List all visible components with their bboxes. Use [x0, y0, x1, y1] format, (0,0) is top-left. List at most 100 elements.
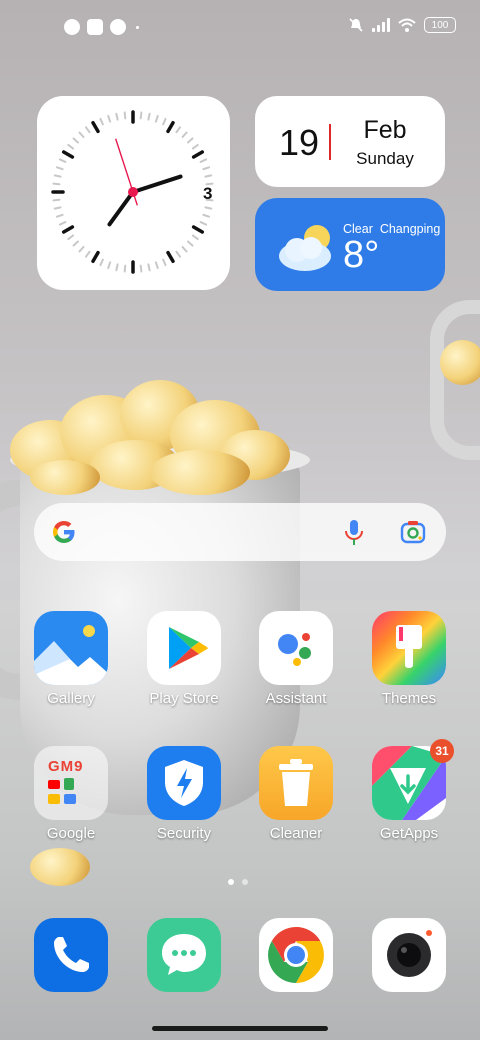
notification-app-icon [64, 19, 80, 35]
clock-minute-tick [99, 258, 104, 267]
gallery-icon [34, 611, 108, 685]
app-label: Play Store [149, 690, 219, 707]
cleaner-icon [259, 746, 333, 820]
app-label: Themes [381, 690, 437, 707]
page-indicator [228, 879, 248, 885]
assistant-icon [259, 611, 333, 685]
clock-minute-tick [162, 117, 167, 126]
notification-square-icon [87, 19, 103, 35]
page-dot-active [228, 879, 234, 885]
clock-minute-tick [99, 117, 104, 126]
dock-chrome[interactable] [250, 918, 342, 992]
clock-minute-tick [52, 198, 61, 202]
clock-minute-tick [181, 131, 188, 139]
hour-hand [107, 190, 135, 227]
clock-minute-tick [67, 143, 75, 150]
clock-minute-tick [186, 137, 194, 144]
clock-minute-tick [84, 250, 91, 258]
clock-minute-tick [115, 263, 119, 272]
clock-hour-tick [61, 225, 75, 234]
app-gallery[interactable]: Gallery [25, 611, 117, 707]
clock-minute-tick [186, 240, 194, 247]
clock-minute-tick [147, 112, 151, 121]
google-folder-icon: GM9 [34, 746, 108, 820]
clock-minute-tick [53, 206, 62, 210]
clock-minute-tick [107, 114, 112, 123]
clock-minute-tick [204, 174, 213, 178]
clock-minute-tick [202, 213, 211, 218]
messages-icon [147, 918, 221, 992]
dock-camera[interactable] [363, 918, 455, 992]
popcorn [30, 460, 100, 495]
partly-cloudy-icon [279, 225, 331, 271]
clock-minute-tick [199, 221, 208, 226]
more-notifications-dot [136, 26, 139, 29]
clock-minute-tick [55, 213, 64, 218]
calendar-month: Feb [363, 116, 407, 144]
app-google-folder[interactable]: GM9 Google [25, 746, 117, 842]
google-logo-icon [53, 521, 75, 543]
clock-minute-tick [58, 158, 67, 163]
clock-minute-tick [84, 126, 91, 134]
clock-hour-tick [191, 150, 205, 159]
page-dot [242, 879, 248, 885]
clock-center [128, 187, 138, 197]
app-play-store[interactable]: Play Store [138, 611, 230, 707]
analog-clock: 3 [51, 110, 214, 274]
app-label: Assistant [265, 690, 327, 707]
battery-indicator: 100 [424, 17, 456, 33]
app-getapps[interactable]: 31 GetApps [363, 739, 455, 842]
clock-minute-tick [147, 263, 151, 272]
app-label: Google [46, 825, 96, 842]
folder-mini-icons: GM9 [48, 758, 84, 775]
microphone-icon[interactable] [343, 519, 365, 547]
lens-camera-icon[interactable] [400, 520, 426, 544]
clock-minute-tick [202, 166, 211, 171]
app-security[interactable]: Security [138, 746, 230, 842]
clock-hour-tick [166, 250, 175, 264]
clock-minute-tick [154, 261, 159, 270]
popcorn [150, 450, 250, 495]
google-search-bar[interactable] [34, 503, 446, 561]
clock-minute-tick [191, 143, 199, 150]
dock-messages[interactable] [138, 918, 230, 992]
calendar-day: 19 [279, 122, 320, 163]
clock-minute-tick [55, 166, 64, 171]
status-bar: 100 [0, 0, 480, 56]
mute-icon [349, 18, 363, 32]
weather-temperature: 8° [343, 234, 380, 276]
weather-widget[interactable]: Clear Changping 8° [255, 198, 445, 291]
play-store-icon [147, 611, 221, 685]
notification-app-icon [110, 19, 126, 35]
clock-hour-tick [91, 120, 100, 134]
clock-minute-tick [53, 174, 62, 178]
home-indicator[interactable] [152, 1026, 328, 1031]
clock-minute-tick [162, 258, 167, 267]
popcorn [440, 340, 480, 385]
calendar-weekday: Sunday [356, 149, 414, 168]
dock-phone[interactable] [25, 918, 117, 992]
phone-icon [34, 918, 108, 992]
app-assistant[interactable]: Assistant [250, 611, 342, 707]
app-cleaner[interactable]: Cleaner [250, 746, 342, 842]
app-label: Gallery [47, 690, 95, 707]
weather-location: Changping [379, 222, 441, 236]
clock-minute-tick [175, 250, 182, 258]
clock-hour-tick [61, 150, 75, 159]
calendar-widget[interactable]: 19 Feb Sunday [255, 96, 445, 187]
clock-numeral: 3 [203, 184, 212, 203]
clock-minute-tick [107, 261, 112, 270]
themes-icon [372, 611, 446, 685]
camera-icon [372, 918, 446, 992]
app-themes[interactable]: Themes [363, 611, 455, 707]
clock-minute-tick [139, 264, 143, 273]
battery-level: 100 [431, 19, 449, 31]
calendar-divider [329, 124, 331, 160]
clock-minute-tick [78, 131, 85, 139]
clock-minute-tick [191, 234, 199, 241]
clock-minute-tick [52, 182, 61, 186]
clock-minute-tick [115, 112, 119, 121]
popcorn [30, 848, 90, 886]
clock-widget[interactable]: 3 [37, 96, 230, 290]
clock-hour-tick [166, 120, 175, 134]
